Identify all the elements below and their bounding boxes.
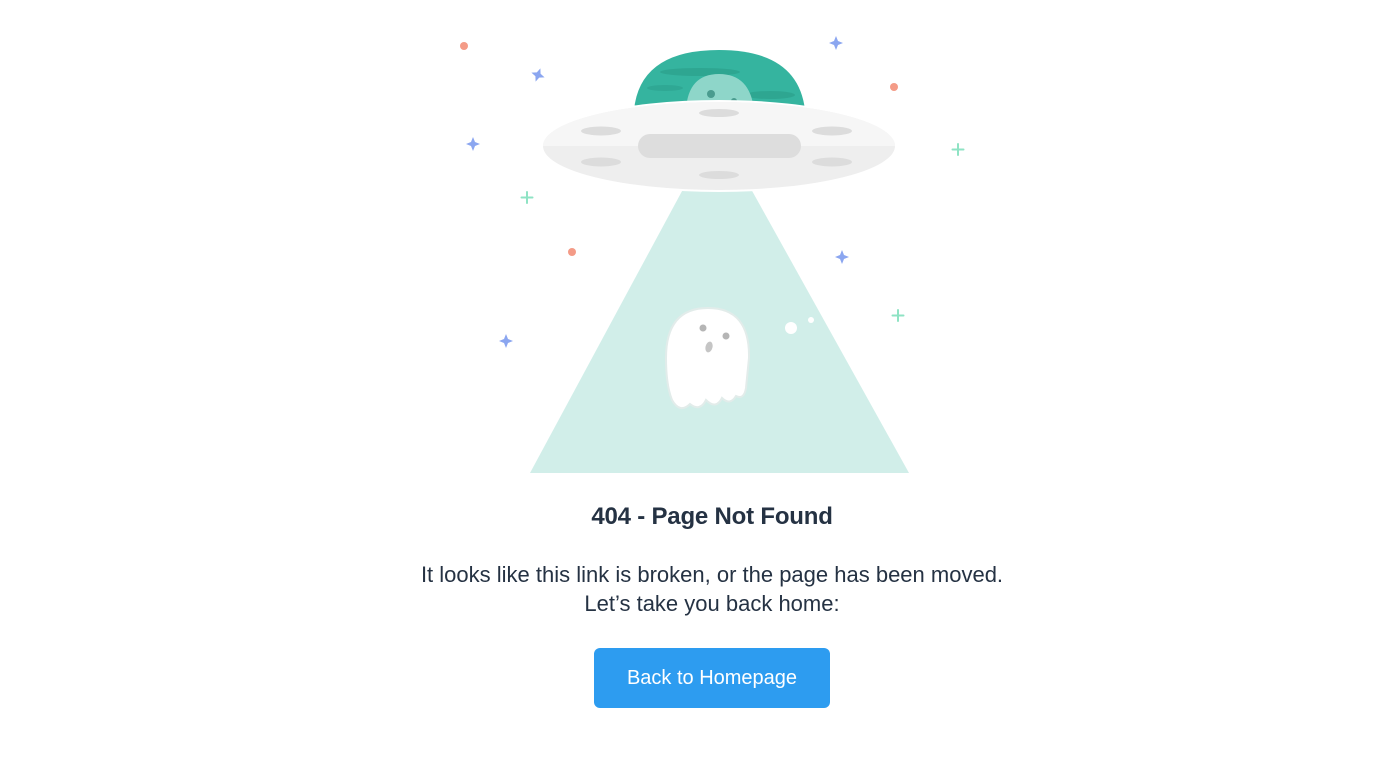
error-message-line-2: Let’s take you back home: <box>584 591 840 616</box>
not-found-page: 404 - Page Not Found It looks like this … <box>0 0 1391 775</box>
error-message: It looks like this link is broken, or th… <box>0 560 1391 618</box>
back-to-homepage-button[interactable]: Back to Homepage <box>594 648 830 708</box>
error-message-line-1: It looks like this link is broken, or th… <box>420 562 1004 587</box>
error-title: 404 - Page Not Found <box>591 503 833 530</box>
ufo-illustration <box>460 36 965 473</box>
ufo-saucer <box>541 100 897 192</box>
